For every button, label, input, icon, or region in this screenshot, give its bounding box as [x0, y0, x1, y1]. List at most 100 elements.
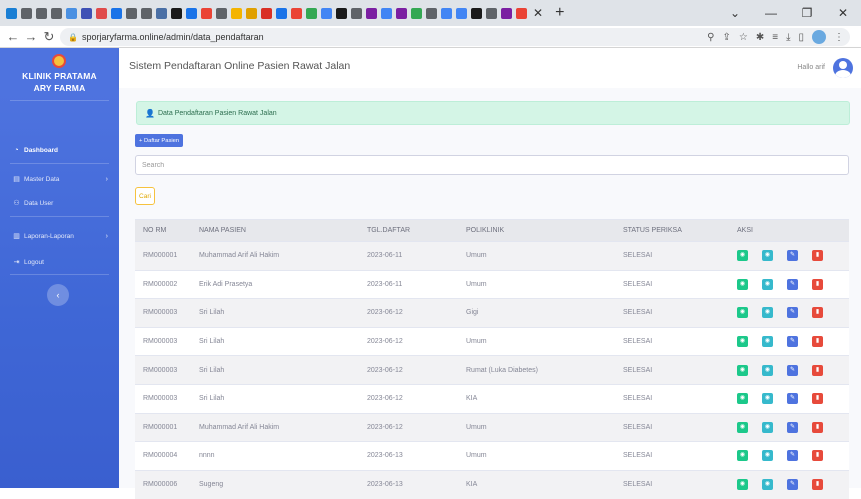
detail-button[interactable]: ◉ [762, 336, 773, 348]
delete-button[interactable]: ▮ [812, 421, 823, 433]
url-field[interactable]: 🔒 sporjaryfarma.online/admin/data_pendaf… [60, 28, 850, 46]
tab-favicon-icon[interactable] [51, 7, 62, 19]
browser-menu-icon[interactable]: ⋮ [834, 32, 844, 43]
close-window-icon[interactable]: ✕ [825, 6, 861, 20]
share-icon[interactable]: ⇪ [722, 32, 730, 43]
sidebar-brand[interactable]: KLINIK PRATAMA ARY FARMA [0, 70, 119, 94]
edit-button[interactable]: ✎ [787, 364, 798, 376]
delete-button[interactable]: ▮ [812, 307, 823, 319]
edit-button[interactable]: ✎ [787, 250, 798, 262]
tab-favicon-icon[interactable] [501, 7, 512, 19]
profile-avatar-icon[interactable] [812, 30, 826, 44]
user-avatar-icon[interactable] [833, 58, 853, 78]
delete-button[interactable]: ▮ [812, 479, 823, 491]
tab-favicon-icon[interactable] [471, 7, 482, 19]
side-panel-icon[interactable]: ▯ [798, 32, 804, 43]
tab-favicon-icon[interactable] [96, 7, 107, 19]
detail-button[interactable]: ◉ [762, 479, 773, 491]
tab-favicon-icon[interactable] [381, 7, 392, 19]
user-greeting[interactable]: Hallo arif [797, 64, 825, 71]
tab-favicon-icon[interactable] [141, 7, 152, 19]
forward-icon[interactable]: → [22, 29, 40, 44]
view-button[interactable]: ◉ [737, 479, 748, 491]
tab-favicon-icon[interactable] [81, 7, 92, 19]
tab-favicon-icon[interactable] [36, 7, 47, 19]
tab-favicon-icon[interactable] [441, 7, 452, 19]
sidebar-item-logout[interactable]: ⇥ Logout [12, 255, 112, 269]
tab-favicon-icon[interactable] [366, 7, 377, 19]
edit-button[interactable]: ✎ [787, 393, 798, 405]
view-button[interactable]: ◉ [737, 364, 748, 376]
tab-favicon-icon[interactable] [156, 7, 167, 19]
detail-button[interactable]: ◉ [762, 250, 773, 262]
tab-favicon-icon[interactable] [486, 7, 497, 19]
tab-search-icon[interactable]: ⌄ [717, 6, 753, 20]
view-button[interactable]: ◉ [737, 393, 748, 405]
extensions-icon[interactable]: ✱ [756, 32, 764, 43]
tab-favicon-icon[interactable] [396, 7, 407, 19]
delete-button[interactable]: ▮ [812, 336, 823, 348]
restore-icon[interactable]: ❐ [789, 6, 825, 20]
tab-favicon-icon[interactable] [321, 7, 332, 19]
tab-favicon-icon[interactable] [336, 7, 347, 19]
bookmark-star-icon[interactable]: ☆ [739, 32, 748, 43]
delete-button[interactable]: ▮ [812, 250, 823, 262]
minimize-icon[interactable]: — [753, 6, 789, 20]
new-tab-button[interactable]: + [555, 4, 564, 22]
edit-button[interactable]: ✎ [787, 450, 798, 462]
tab-favicon-icon[interactable] [6, 7, 17, 19]
tab-favicon-icon[interactable] [456, 7, 467, 19]
tab-favicon-icon[interactable] [66, 7, 77, 19]
delete-button[interactable]: ▮ [812, 393, 823, 405]
delete-button[interactable]: ▮ [812, 450, 823, 462]
tab-favicon-icon[interactable] [231, 7, 242, 19]
edit-button[interactable]: ✎ [787, 479, 798, 491]
tab-favicon-icon[interactable] [291, 7, 302, 19]
tab-favicon-icon[interactable] [126, 7, 137, 19]
search-input[interactable] [135, 155, 849, 175]
tab-favicon-icon[interactable] [411, 7, 422, 19]
edit-button[interactable]: ✎ [787, 421, 798, 433]
back-icon[interactable]: ← [4, 29, 22, 44]
tab-favicon-icon[interactable] [246, 7, 257, 19]
sidebar-item-laporan[interactable]: ▥ Laporan-Laporan › [12, 229, 112, 243]
view-button[interactable]: ◉ [737, 307, 748, 319]
tab-favicon-icon[interactable] [516, 7, 527, 19]
zoom-icon[interactable]: ⚲ [707, 32, 714, 43]
tab-favicon-icon[interactable] [111, 7, 122, 19]
detail-button[interactable]: ◉ [762, 364, 773, 376]
edit-button[interactable]: ✎ [787, 278, 798, 290]
edit-button[interactable]: ✎ [787, 336, 798, 348]
delete-button[interactable]: ▮ [812, 364, 823, 376]
reload-icon[interactable]: ↻ [40, 29, 58, 45]
view-button[interactable]: ◉ [737, 421, 748, 433]
detail-button[interactable]: ◉ [762, 421, 773, 433]
tab-favicon-icon[interactable] [426, 7, 437, 19]
sidebar-item-master-data[interactable]: ▤ Master Data › [12, 172, 112, 186]
download-icon[interactable]: ⤓ [786, 32, 790, 43]
tab-favicon-icon[interactable] [216, 7, 227, 19]
sidebar-item-dashboard[interactable]: ◔ Dashboard [12, 143, 112, 157]
tab-favicon-icon[interactable] [306, 7, 317, 19]
sidebar-toggle-button[interactable]: ‹ [47, 284, 69, 306]
delete-button[interactable]: ▮ [812, 278, 823, 290]
sidebar-item-data-user[interactable]: ⚇ Data User [12, 196, 112, 210]
tab-favicon-icon[interactable] [21, 7, 32, 19]
view-button[interactable]: ◉ [737, 278, 748, 290]
detail-button[interactable]: ◉ [762, 278, 773, 290]
tab-favicon-icon[interactable] [186, 7, 197, 19]
view-button[interactable]: ◉ [737, 450, 748, 462]
detail-button[interactable]: ◉ [762, 307, 773, 319]
tab-favicon-icon[interactable] [276, 7, 287, 19]
view-button[interactable]: ◉ [737, 336, 748, 348]
detail-button[interactable]: ◉ [762, 450, 773, 462]
tab-close-icon[interactable]: ✕ [533, 6, 543, 20]
search-button[interactable]: Cari [135, 187, 155, 205]
detail-button[interactable]: ◉ [762, 393, 773, 405]
view-button[interactable]: ◉ [737, 250, 748, 262]
tab-favicon-icon[interactable] [351, 7, 362, 19]
tab-favicon-icon[interactable] [171, 7, 182, 19]
tab-favicon-icon[interactable] [201, 7, 212, 19]
reading-list-icon[interactable]: ≡ [772, 32, 778, 43]
tab-favicon-icon[interactable] [261, 7, 272, 19]
